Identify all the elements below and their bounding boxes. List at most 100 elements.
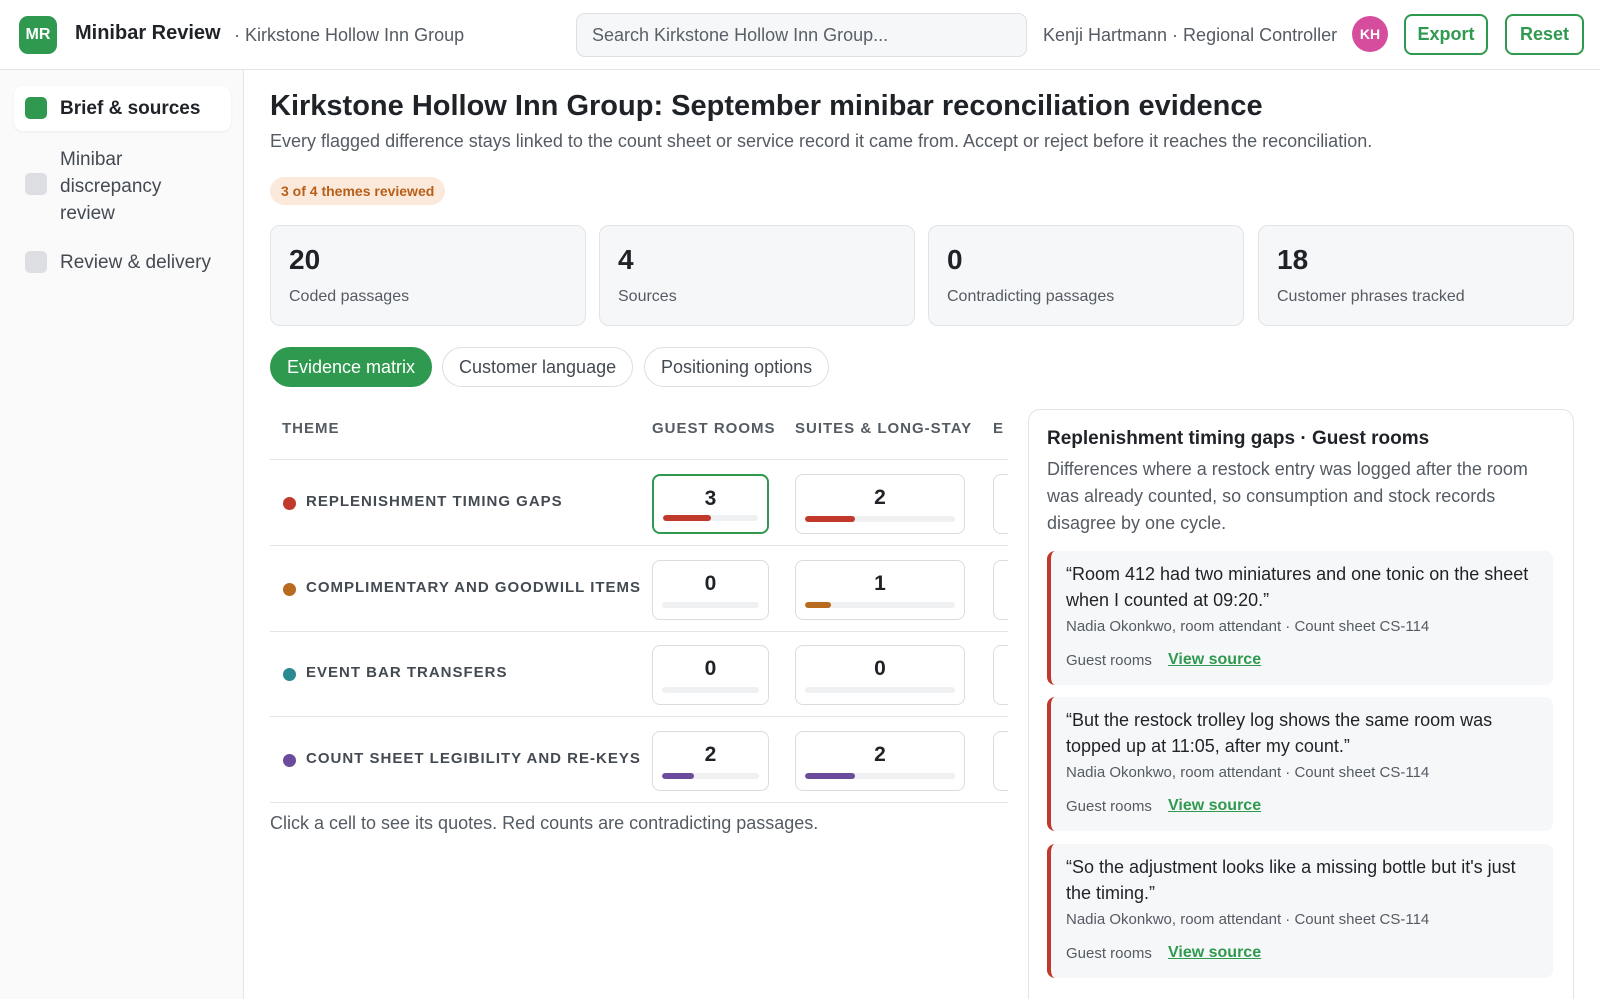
cell-bar-fill	[662, 773, 694, 779]
evidence-matrix: THEME GUEST ROOMS SUITES & LONG-STAY E R…	[270, 400, 1008, 870]
cell-bar-track	[662, 687, 759, 693]
cell-count: 3	[704, 487, 717, 510]
search-input[interactable]	[576, 13, 1027, 57]
avatar[interactable]: KH	[1352, 16, 1388, 52]
matrix-hint: Click a cell to see its quotes. Red coun…	[270, 813, 819, 833]
matrix-cell-truncated[interactable]	[993, 474, 1008, 534]
sidebar-item-review-delivery[interactable]: Review & delivery	[14, 240, 231, 285]
cell-count: 2	[704, 743, 717, 766]
table-row: COMPLIMENTARY AND GOODWILL ITEMS 0 1	[270, 546, 1008, 632]
quote-source: Nadia Okonkwo, room attendant · Count sh…	[1066, 618, 1430, 635]
view-source-link[interactable]: View source	[1168, 651, 1261, 669]
stat-label: Customer phrases tracked	[1277, 288, 1465, 305]
sidebar-item-brief-sources[interactable]: Brief & sources	[14, 86, 231, 131]
theme-name: EVENT BAR TRANSFERS	[306, 664, 508, 681]
panel-title: Replenishment timing gaps · Guest rooms	[1047, 428, 1430, 449]
quote-card: “But the restock trolley log shows the s…	[1047, 697, 1553, 831]
quote-card: “So the adjustment looks like a missing …	[1047, 844, 1553, 978]
column-header-suites-long-stay: SUITES & LONG-STAY	[795, 420, 973, 437]
sidebar-item-minibar-discrepancy-review[interactable]: Minibar discrepancy review	[14, 146, 231, 228]
quote-detail-panel: Replenishment timing gaps · Guest rooms …	[1028, 409, 1574, 999]
user-name-role: Kenji Hartmann · Regional Controller	[1043, 25, 1338, 45]
matrix-cell-truncated[interactable]	[993, 731, 1008, 791]
status-badge: 3 of 4 themes reviewed	[270, 177, 446, 205]
theme-color-dot	[283, 583, 296, 596]
matrix-cell-suites-long-stay[interactable]: 2	[795, 474, 965, 534]
tab-customer-language[interactable]: Customer language	[442, 347, 634, 387]
stat-label: Sources	[618, 288, 677, 305]
tab-evidence-matrix[interactable]: Evidence matrix	[270, 347, 433, 387]
organization-breadcrumb: · Kirkstone Hollow Inn Group	[234, 25, 465, 45]
cell-count: 2	[874, 486, 886, 509]
cell-bar-track	[805, 602, 955, 608]
stat-card-coded-passages: 20 Coded passages	[270, 225, 586, 326]
sidebar-item-label: Minibar discrepancy review	[60, 149, 162, 224]
cell-count: 0	[874, 657, 886, 680]
quote-card: “Room 412 had two miniatures and one ton…	[1047, 551, 1553, 685]
app-title: Minibar Review	[75, 22, 221, 44]
column-header-truncated: E	[993, 420, 1005, 437]
theme-name: COMPLIMENTARY AND GOODWILL ITEMS	[306, 579, 642, 596]
view-source-link[interactable]: View source	[1168, 944, 1261, 962]
cell-bar-fill	[805, 602, 831, 608]
matrix-cell-truncated[interactable]	[993, 645, 1008, 705]
step-pending-icon	[25, 173, 47, 195]
stat-label: Contradicting passages	[947, 288, 1115, 305]
stat-card-sources: 4 Sources	[599, 225, 915, 326]
quote-text: “Room 412 had two miniatures and one ton…	[1066, 564, 1529, 610]
step-complete-icon	[25, 97, 47, 119]
matrix-cell-suites-long-stay[interactable]: 1	[795, 560, 965, 620]
tab-positioning-options[interactable]: Positioning options	[644, 347, 830, 387]
cell-bar-track	[805, 773, 955, 779]
cell-bar-fill	[663, 515, 711, 521]
sidebar: Brief & sources Minibar discrepancy revi…	[0, 70, 244, 999]
matrix-cell-truncated[interactable]	[993, 560, 1008, 620]
matrix-cell-suites-long-stay[interactable]: 0	[795, 645, 965, 705]
table-row: EVENT BAR TRANSFERS 0 0	[270, 631, 1008, 717]
quote-segment-tag: Guest rooms	[1066, 652, 1152, 669]
cell-bar-track	[663, 515, 758, 521]
stat-label: Coded passages	[289, 288, 410, 305]
cell-bar-fill	[805, 773, 855, 779]
cell-bar-track	[662, 773, 759, 779]
page-subtitle: Every flagged difference stays linked to…	[270, 131, 1373, 151]
matrix-cell-guest-rooms[interactable]: 2	[652, 731, 769, 791]
top-bar: MR Minibar Review · Kirkstone Hollow Inn…	[0, 0, 1600, 70]
theme-color-dot	[283, 668, 296, 681]
cell-count: 0	[704, 572, 717, 595]
matrix-cell-suites-long-stay[interactable]: 2	[795, 731, 965, 791]
cell-bar-track	[805, 516, 955, 522]
quote-segment-tag: Guest rooms	[1066, 798, 1152, 815]
step-pending-icon	[25, 251, 47, 273]
main-content: Kirkstone Hollow Inn Group: September mi…	[244, 70, 1600, 999]
cell-bar-track	[805, 687, 955, 693]
stat-value: 4	[618, 244, 634, 275]
column-header-guest-rooms: GUEST ROOMS	[652, 420, 776, 437]
stat-value: 18	[1277, 244, 1309, 275]
panel-description: Differences where a restock entry was lo…	[1047, 459, 1528, 533]
matrix-cell-guest-rooms[interactable]: 3	[652, 474, 769, 534]
quote-source: Nadia Okonkwo, room attendant · Count sh…	[1066, 764, 1430, 781]
cell-bar-track	[662, 602, 759, 608]
quote-text: “So the adjustment looks like a missing …	[1066, 857, 1516, 903]
matrix-cell-guest-rooms[interactable]: 0	[652, 560, 769, 620]
cell-bar-fill	[805, 516, 855, 522]
reset-button[interactable]: Reset	[1505, 14, 1584, 55]
theme-color-dot	[283, 497, 296, 510]
sidebar-item-label: Review & delivery	[60, 252, 211, 273]
quote-segment-tag: Guest rooms	[1066, 945, 1152, 962]
cell-count: 2	[874, 743, 886, 766]
sidebar-item-label: Brief & sources	[60, 98, 201, 119]
view-source-link[interactable]: View source	[1168, 797, 1261, 815]
cell-count: 0	[704, 657, 717, 680]
export-button[interactable]: Export	[1404, 14, 1488, 55]
theme-name: REPLENISHMENT TIMING GAPS	[306, 493, 563, 510]
table-row: COUNT SHEET LEGIBILITY AND RE-KEYS 2 2	[270, 717, 1008, 803]
theme-name: COUNT SHEET LEGIBILITY AND RE-KEYS	[306, 750, 641, 767]
cell-count: 1	[874, 572, 886, 595]
stat-value: 20	[289, 244, 321, 275]
quote-source: Nadia Okonkwo, room attendant · Count sh…	[1066, 911, 1430, 928]
matrix-cell-guest-rooms[interactable]: 0	[652, 645, 769, 705]
page-title: Kirkstone Hollow Inn Group: September mi…	[270, 90, 1263, 122]
app-logo: MR	[19, 16, 57, 54]
